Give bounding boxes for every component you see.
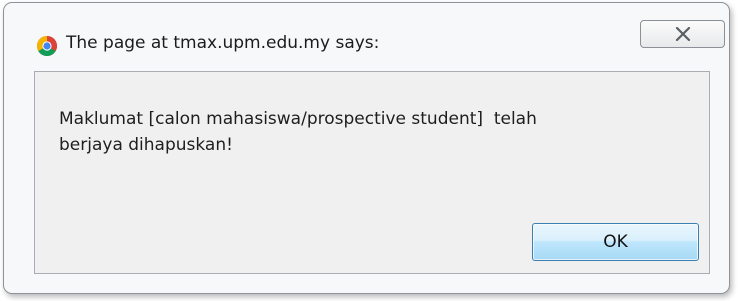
close-button[interactable] <box>640 20 725 48</box>
dialog-message: Maklumat [calon mahasiswa/prospective st… <box>59 109 537 155</box>
close-icon <box>675 27 690 41</box>
dialog-title: The page at tmax.upm.edu.my says: <box>66 33 380 53</box>
dialog-content: Maklumat [calon mahasiswa/prospective st… <box>34 71 710 274</box>
chrome-icon <box>37 36 57 56</box>
ok-button[interactable]: OK <box>532 223 699 261</box>
alert-dialog: The page at tmax.upm.edu.my says: Maklum… <box>3 2 730 294</box>
dialog-titlebar[interactable]: The page at tmax.upm.edu.my says: <box>4 3 729 59</box>
